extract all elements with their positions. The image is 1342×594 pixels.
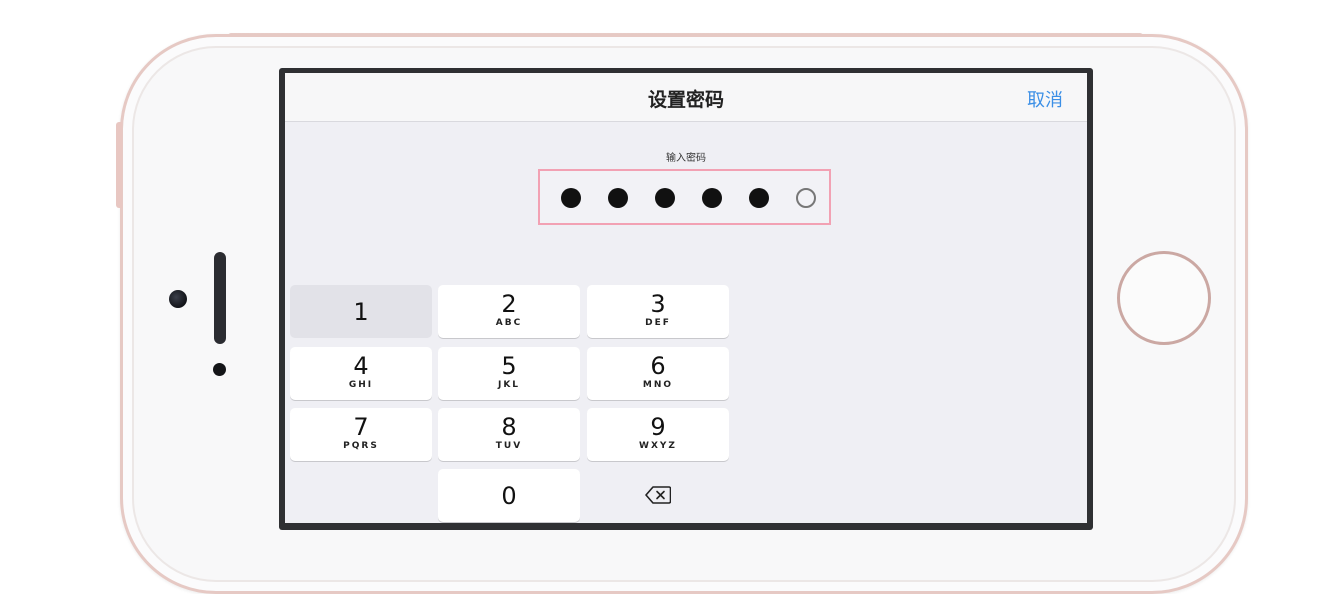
key-2[interactable]: 2 ABC	[438, 285, 580, 338]
key-digit: 0	[501, 482, 517, 510]
key-digit: 4	[353, 352, 369, 380]
cancel-button[interactable]: 取消	[1027, 86, 1063, 112]
numeric-keypad: 1 2 ABC 3 DEF 4 GHI 5 JKL 6 MNO 7 PQRS 8 TUV 9 WXYZ 0	[285, 285, 1087, 523]
key-letters: DEF	[645, 318, 671, 328]
key-digit: 6	[650, 352, 666, 380]
key-letters: JKL	[497, 380, 521, 390]
key-letters: TUV	[495, 441, 523, 451]
key-letters: MNO	[642, 380, 674, 390]
key-digit: 3	[650, 290, 666, 318]
home-button[interactable]	[1117, 251, 1211, 345]
key-digit: 8	[501, 413, 517, 441]
key-digit: 2	[501, 290, 517, 318]
passcode-prompt: 输入密码	[666, 153, 706, 164]
key-0[interactable]: 0	[438, 469, 580, 522]
key-1[interactable]: 1	[290, 285, 432, 338]
phone-screen: 设置密码 取消 输入密码 1 2 ABC 3 DEF 4 GHI 5 JKL 6 MNO 7 PQRS 8…	[279, 68, 1093, 530]
key-letters: PQRS	[343, 441, 379, 451]
earpiece-speaker	[214, 252, 226, 344]
pin-dot-filled	[749, 188, 769, 208]
key-digit: 1	[353, 298, 369, 326]
front-camera	[169, 290, 187, 308]
passcode-screen: 设置密码 取消 输入密码 1 2 ABC 3 DEF 4 GHI 5 JKL 6 MNO 7 PQRS 8…	[285, 73, 1087, 523]
pin-dot-empty	[796, 188, 816, 208]
key-5[interactable]: 5 JKL	[438, 347, 580, 400]
pin-dot-filled	[655, 188, 675, 208]
key-9[interactable]: 9 WXYZ	[587, 408, 729, 461]
pin-dot-filled	[561, 188, 581, 208]
key-letters: WXYZ	[639, 441, 677, 451]
page-title: 设置密码	[647, 89, 724, 111]
key-4[interactable]: 4 GHI	[290, 347, 432, 400]
key-3[interactable]: 3 DEF	[587, 285, 729, 338]
key-digit: 5	[501, 352, 517, 380]
key-digit: 7	[353, 413, 369, 441]
key-digit: 9	[650, 413, 666, 441]
passcode-indicator	[538, 169, 831, 225]
backspace-icon	[645, 486, 671, 504]
key-6[interactable]: 6 MNO	[587, 347, 729, 400]
key-letters: ABC	[495, 318, 523, 328]
key-8[interactable]: 8 TUV	[438, 408, 580, 461]
proximity-sensor	[213, 363, 226, 376]
key-7[interactable]: 7 PQRS	[290, 408, 432, 461]
delete-key[interactable]	[587, 469, 729, 522]
navigation-bar: 设置密码 取消	[285, 73, 1087, 122]
pin-dot-filled	[702, 188, 722, 208]
key-letters: GHI	[348, 380, 374, 390]
side-button	[116, 122, 122, 208]
pin-dot-filled	[608, 188, 628, 208]
